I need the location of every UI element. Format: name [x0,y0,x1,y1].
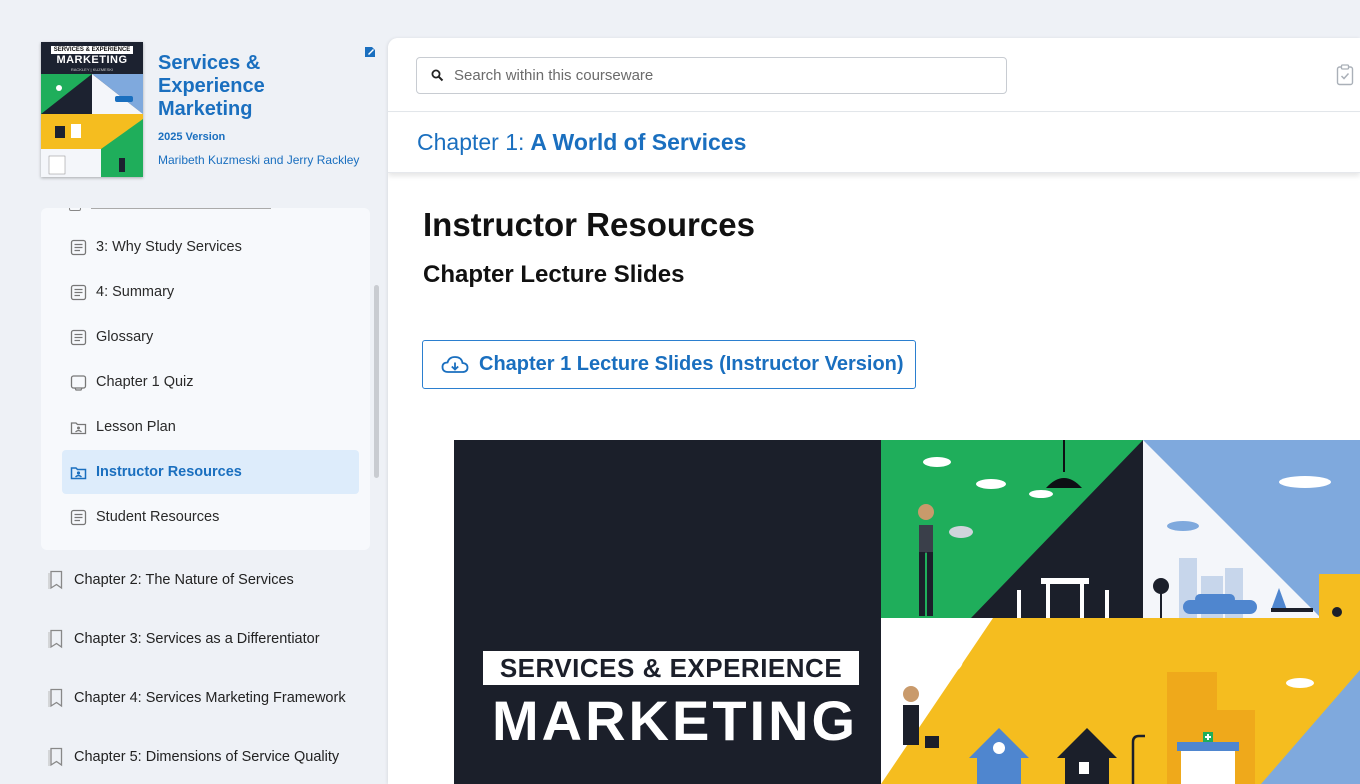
download-button-label: Chapter 1 Lecture Slides (Instructor Ver… [479,353,904,375]
document-icon [70,509,87,525]
folder-icon [70,466,87,479]
download-lecture-slides-button[interactable]: Chapter 1 Lecture Slides (Instructor Ver… [422,340,916,389]
search-input[interactable] [454,67,974,84]
chapter-item-label: Chapter 4: Services Marketing Framework [74,690,346,706]
toc-item-instructor-resources[interactable]: Instructor Resources [62,450,359,494]
cover-top-text: SERVICES & EXPERIENCE [51,46,133,54]
chapter-item-label: Chapter 2: The Nature of Services [74,572,294,588]
bookmark-icon [48,747,63,767]
book-version: 2025 Version [158,131,226,143]
chapter-item-label: Chapter 3: Services as a Differentiator [74,631,320,647]
document-icon [70,284,87,300]
document-icon [69,208,81,211]
document-icon [70,239,87,255]
sidebar-scrollbar[interactable] [374,285,379,478]
toc-item-label: Lesson Plan [96,419,176,435]
bookmark-icon [48,570,63,590]
chapter-name: A World of Services [530,129,747,155]
cover-title-text: MARKETING [56,54,128,66]
sidebar: SERVICES & EXPERIENCE MARKETING RACKLEY … [0,0,388,784]
toc-item-label: 3: Why Study Services [96,239,242,255]
book-header: SERVICES & EXPERIENCE MARKETING RACKLEY … [41,42,381,182]
toc-item-label: 4: Summary [96,284,175,300]
main-content: Chapter 1: A World of Services Instructo… [388,38,1360,784]
toc-item-lesson-plan[interactable]: Lesson Plan [62,405,359,449]
cloud-download-icon [441,355,469,373]
hero-headline: MARKETING [492,689,859,752]
search-bar [388,38,1360,112]
chapter-item-3[interactable]: Chapter 3: Services as a Differentiator [48,624,378,654]
page-title: Instructor Resources [423,206,755,243]
toc-item-why-study-services[interactable]: 3: Why Study Services [62,225,359,269]
toc-list: 3: Why Study Services 4: Summary Glossar… [41,208,370,550]
search-box[interactable] [416,57,1007,94]
hero-image: SERVICES & EXPERIENCE MARKETING [454,440,1360,784]
toc-item-label: Student Resources [96,509,220,525]
book-cover[interactable]: SERVICES & EXPERIENCE MARKETING RACKLEY … [41,42,143,177]
toc-item-chapter-1-quiz[interactable]: Chapter 1 Quiz [62,360,359,404]
search-icon [431,69,444,82]
cover-artwork [41,74,143,177]
toc-item-label: Chapter 1 Quiz [96,374,194,390]
chapter-item-5[interactable]: Chapter 5: Dimensions of Service Quality [48,742,378,772]
toc-item-label: Glossary [96,329,154,345]
document-icon [70,329,87,345]
bookmark-icon [48,629,63,649]
hero-tagline: SERVICES & EXPERIENCE [483,651,859,685]
toc-item-summary[interactable]: 4: Summary [62,270,359,314]
chapter-header: Chapter 1: A World of Services [388,113,1360,173]
chapter-item-4[interactable]: Chapter 4: Services Marketing Framework [48,683,378,713]
toc-item-partial[interactable] [91,208,271,209]
toc-item-student-resources[interactable]: Student Resources [62,495,359,539]
edit-icon[interactable] [364,46,376,58]
hero-illustration [881,440,1360,784]
book-title[interactable]: Services & Experience Marketing [158,52,338,121]
chapter-item-2[interactable]: Chapter 2: The Nature of Services [48,565,378,595]
toc-item-glossary[interactable]: Glossary [62,315,359,359]
toc-item-label: Instructor Resources [96,464,242,480]
book-authors: Maribeth Kuzmeski and Jerry Rackley [158,153,360,167]
cover-authors-text: RACKLEY | KUZMESKI [70,67,114,72]
page-subtitle: Chapter Lecture Slides [423,261,685,288]
chapter-item-label: Chapter 5: Dimensions of Service Quality [74,749,340,765]
quiz-icon [70,374,87,391]
bookmark-icon [48,688,63,708]
chapter-prefix: Chapter 1: [417,129,525,155]
folder-icon [70,421,87,434]
clipboard-check-icon[interactable] [1336,64,1354,86]
